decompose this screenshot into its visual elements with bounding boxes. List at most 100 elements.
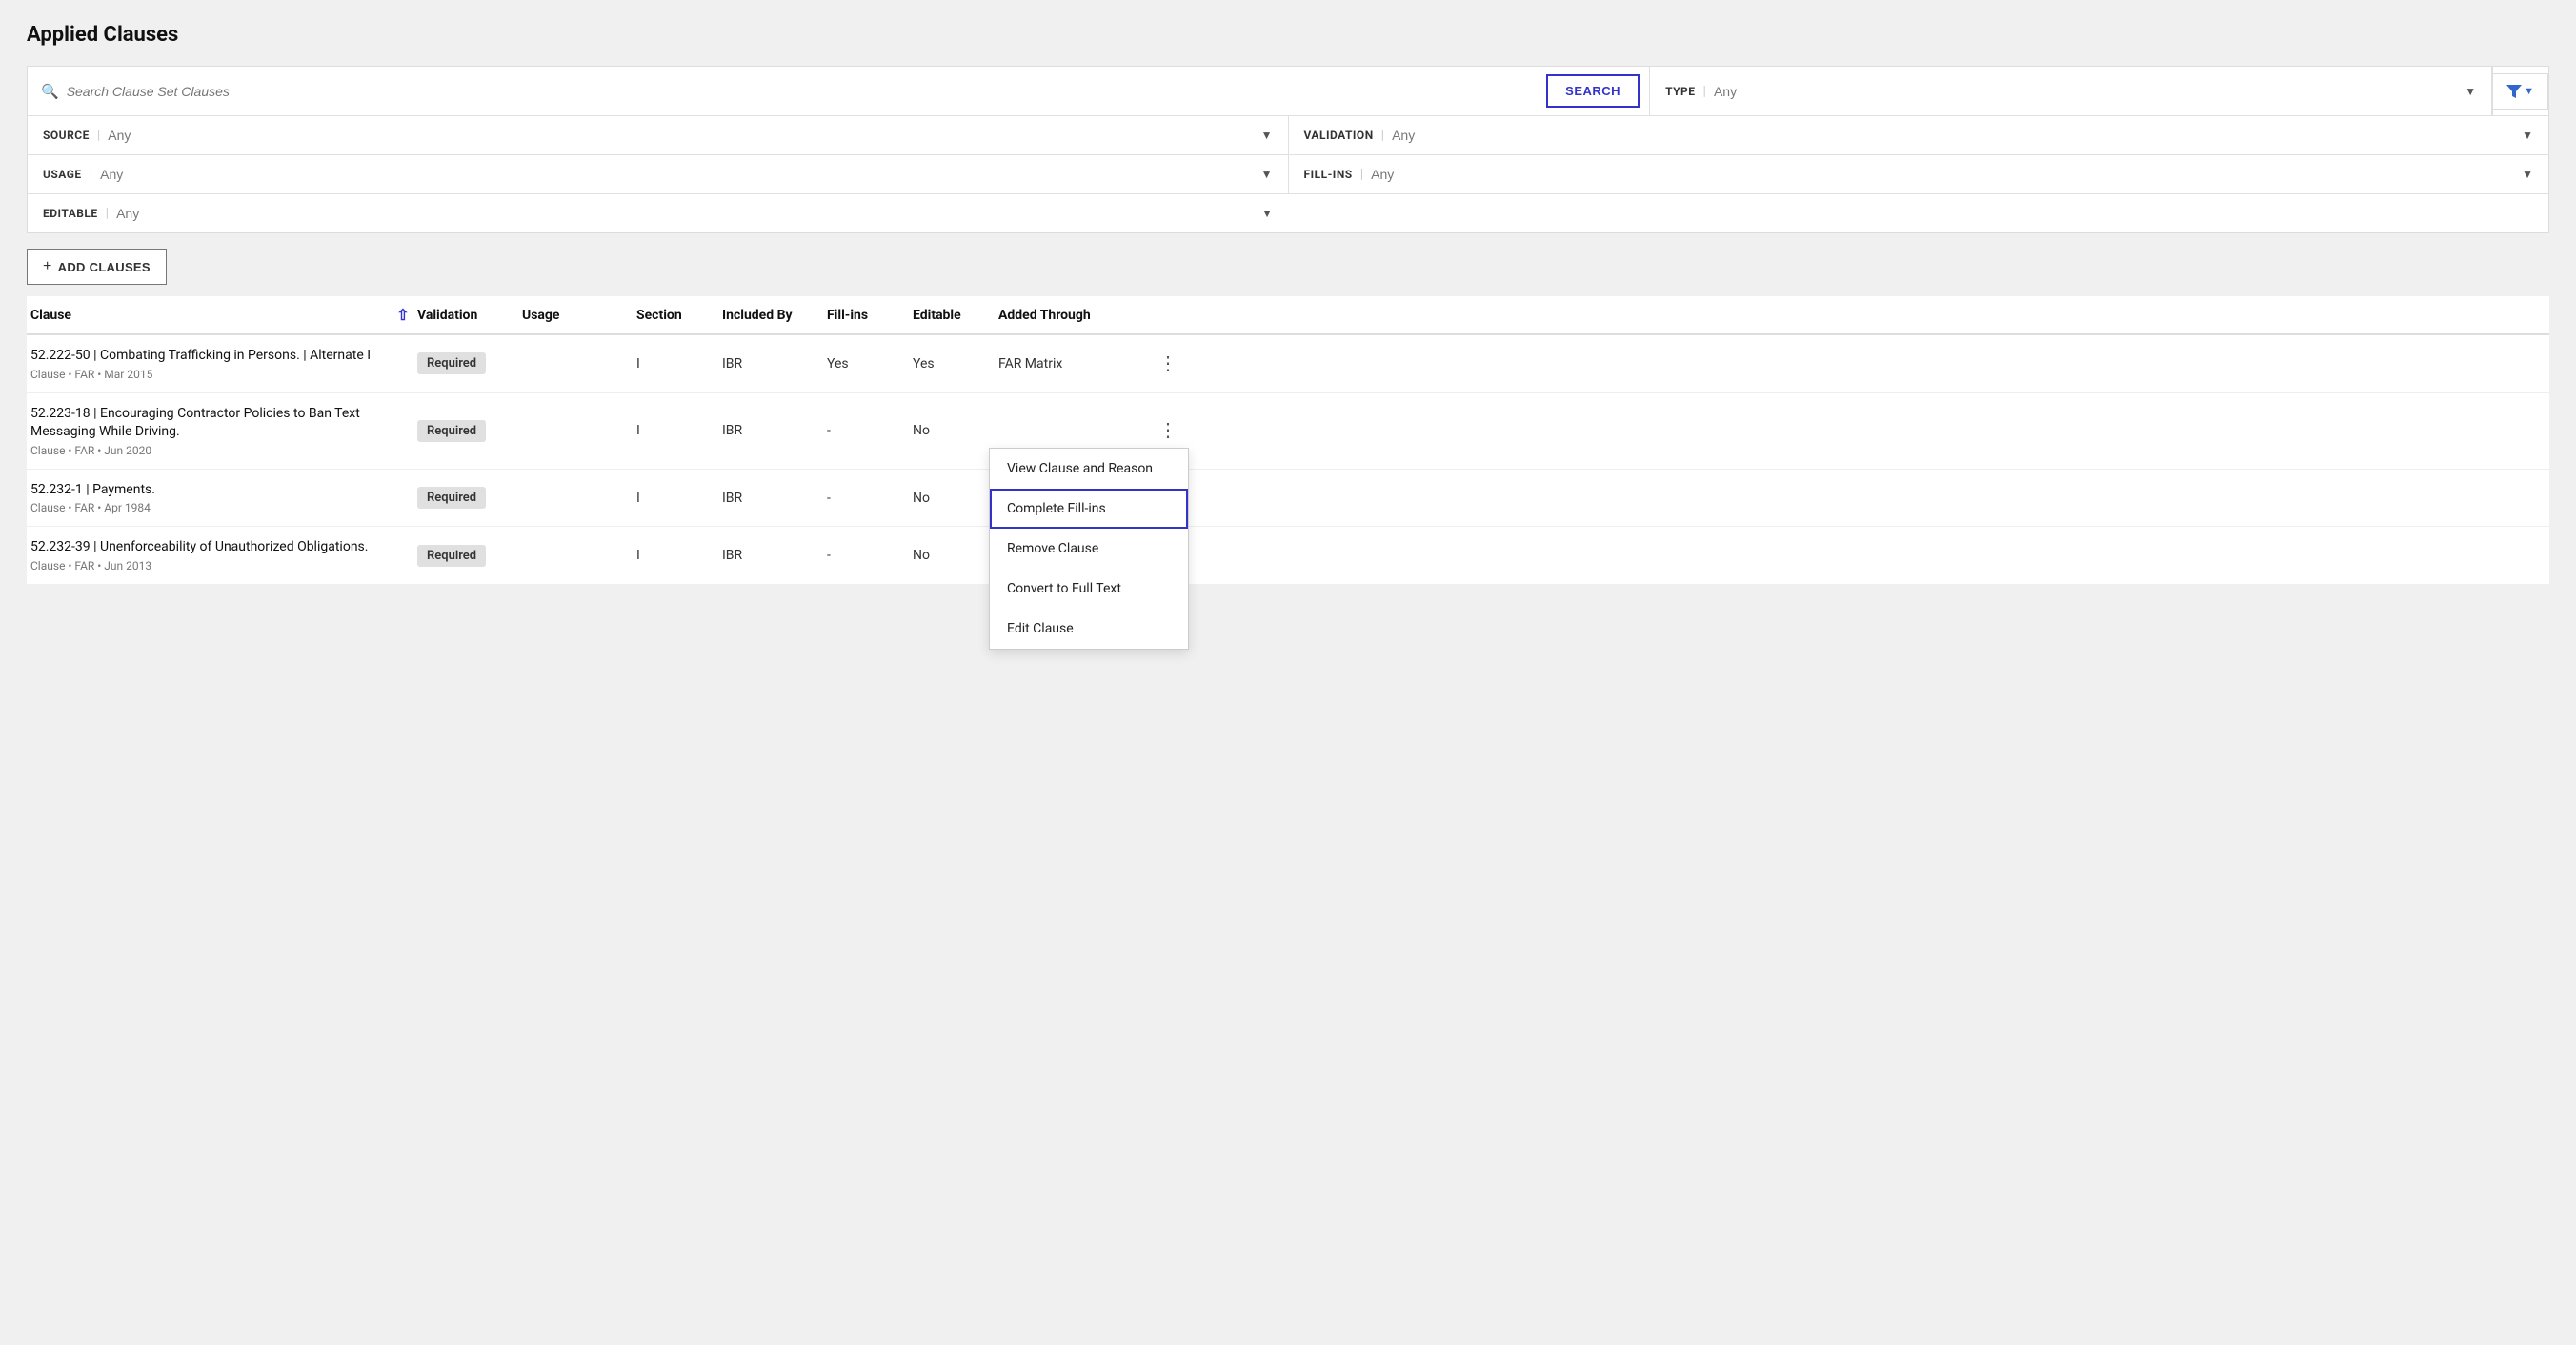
clause-cell-3: 52.232-1 | Payments. Clause • FAR • Apr … <box>27 481 389 515</box>
dropdown-item-complete-fillins[interactable]: Complete Fill-ins <box>990 489 1188 529</box>
editable-select-wrapper: Any ▼ <box>116 206 1273 221</box>
type-select-wrapper: Any ▼ <box>1714 84 2476 99</box>
fillins-cell-1: Yes <box>827 356 913 371</box>
clause-cell-2: 52.223-18 | Encouraging Contractor Polic… <box>27 405 389 457</box>
clause-meta-3: Clause • FAR • Apr 1984 <box>30 501 389 514</box>
validation-cell-4: Required <box>417 545 522 567</box>
validation-label: VALIDATION <box>1304 129 1374 142</box>
fillins-label: FILL-INS <box>1304 168 1353 181</box>
section-cell-2: I <box>636 423 722 438</box>
th-editable: Editable <box>913 308 998 323</box>
filter-row-2: SOURCE | Any ▼ VALIDATION | Any ▼ <box>28 116 2548 155</box>
editable-cell-3: No <box>913 491 998 506</box>
validation-filter-cell: VALIDATION | Any ▼ <box>1289 116 2549 154</box>
th-included-by: Included By <box>722 308 827 323</box>
fillins-select[interactable]: Any <box>1371 167 2533 182</box>
added-cell-1: FAR Matrix <box>998 356 1151 371</box>
fillins-filter-cell: FILL-INS | Any ▼ <box>1289 155 2549 193</box>
th-section: Section <box>636 308 722 323</box>
clause-meta-4: Clause • FAR • Jun 2013 <box>30 559 389 572</box>
included-cell-2: IBR <box>722 423 827 438</box>
fillins-select-wrapper: Any ▼ <box>1371 167 2533 182</box>
fillins-cell-3: - <box>827 491 913 506</box>
th-usage: Usage <box>522 308 636 323</box>
th-added-through: Added Through <box>998 308 1151 323</box>
table-row: 52.222-50 | Combating Trafficking in Per… <box>27 335 2549 393</box>
section-cell-3: I <box>636 491 722 506</box>
search-icon: 🔍 <box>41 83 59 100</box>
clause-name-4: 52.232-39 | Unenforceability of Unauthor… <box>30 538 389 557</box>
filter-icon-button[interactable]: ▼ <box>2493 73 2548 110</box>
row-menu-button-1[interactable]: ⋮ <box>1151 352 1187 375</box>
source-label: SOURCE <box>43 129 90 142</box>
dropdown-item-remove-clause[interactable]: Remove Clause <box>990 529 1188 569</box>
th-validation: Validation <box>417 308 522 323</box>
source-select[interactable]: Any <box>108 128 1272 143</box>
required-badge-4: Required <box>417 545 486 567</box>
required-badge-1: Required <box>417 352 486 374</box>
add-clauses-button[interactable]: + ADD CLAUSES <box>27 249 167 285</box>
section-cell-4: I <box>636 548 722 563</box>
clause-name-1: 52.222-50 | Combating Trafficking in Per… <box>30 347 389 366</box>
editable-select[interactable]: Any <box>116 206 1273 221</box>
editable-cell-4: No <box>913 548 998 563</box>
fillins-cell-2: - <box>827 423 913 438</box>
required-badge-2: Required <box>417 420 486 442</box>
editable-cell-1: Yes <box>913 356 998 371</box>
table-header: Clause ⇧ Validation Usage Section Includ… <box>27 296 2549 335</box>
required-badge-3: Required <box>417 487 486 509</box>
plus-icon: + <box>43 258 52 275</box>
funnel-icon <box>2506 84 2522 99</box>
filter-section: 🔍 SEARCH TYPE | Any ▼ ▼ <box>27 66 2549 233</box>
clauses-table: Clause ⇧ Validation Usage Section Includ… <box>27 296 2549 584</box>
editable-cell-2: No <box>913 423 998 438</box>
source-filter-cell: SOURCE | Any ▼ <box>28 116 1289 154</box>
filter-row-4: EDITABLE | Any ▼ <box>28 194 2548 232</box>
usage-label: USAGE <box>43 168 82 181</box>
clause-cell-4: 52.232-39 | Unenforceability of Unauthor… <box>27 538 389 572</box>
usage-filter-cell: USAGE | Any ▼ <box>28 155 1289 193</box>
section-cell-1: I <box>636 356 722 371</box>
search-button[interactable]: SEARCH <box>1546 74 1640 108</box>
included-cell-1: IBR <box>722 356 827 371</box>
menu-cell-1: ⋮ <box>1151 352 1189 375</box>
clause-meta-1: Clause • FAR • Mar 2015 <box>30 368 389 381</box>
clause-cell-1: 52.222-50 | Combating Trafficking in Per… <box>27 347 389 381</box>
validation-cell-1: Required <box>417 352 522 374</box>
validation-select[interactable]: Any <box>1392 128 2533 143</box>
sort-up-icon: ⇧ <box>396 306 409 324</box>
dropdown-item-edit-clause[interactable]: Edit Clause <box>990 609 1188 649</box>
filter-row-1: 🔍 SEARCH TYPE | Any ▼ ▼ <box>28 67 2548 116</box>
included-cell-4: IBR <box>722 548 827 563</box>
th-fillins: Fill-ins <box>827 308 913 323</box>
add-clauses-label: ADD CLAUSES <box>58 260 151 274</box>
search-wrapper: 🔍 <box>28 67 1546 115</box>
table-row: 52.223-18 | Encouraging Contractor Polic… <box>27 393 2549 470</box>
table-row: 52.232-1 | Payments. Clause • FAR • Apr … <box>27 470 2549 528</box>
filter-icon-cell: ▼ <box>2492 67 2548 115</box>
validation-cell-2: Required <box>417 420 522 442</box>
validation-cell-3: Required <box>417 487 522 509</box>
filter-chevron-icon: ▼ <box>2524 86 2534 97</box>
filter-row-3: USAGE | Any ▼ FILL-INS | Any ▼ <box>28 155 2548 194</box>
included-cell-3: IBR <box>722 491 827 506</box>
editable-filter-cell: EDITABLE | Any ▼ <box>28 194 1288 232</box>
type-label: TYPE <box>1665 85 1695 98</box>
clause-name-2: 52.223-18 | Encouraging Contractor Polic… <box>30 405 389 442</box>
table-row: 52.232-39 | Unenforceability of Unauthor… <box>27 527 2549 584</box>
source-select-wrapper: Any ▼ <box>108 128 1272 143</box>
fillins-cell-4: - <box>827 548 913 563</box>
page-container: Applied Clauses 🔍 SEARCH TYPE | Any ▼ <box>0 0 2576 1345</box>
dropdown-item-convert-full-text[interactable]: Convert to Full Text <box>990 569 1188 609</box>
clause-name-3: 52.232-1 | Payments. <box>30 481 389 500</box>
th-sort[interactable]: ⇧ <box>389 306 417 324</box>
validation-select-wrapper: Any ▼ <box>1392 128 2533 143</box>
type-select[interactable]: Any <box>1714 84 2476 99</box>
type-filter-cell: TYPE | Any ▼ <box>1650 67 2492 115</box>
dropdown-item-view-clause[interactable]: View Clause and Reason <box>990 449 1188 489</box>
page-title: Applied Clauses <box>27 23 2549 47</box>
search-input[interactable] <box>67 84 1533 99</box>
usage-select[interactable]: Any <box>100 167 1272 182</box>
clause-meta-2: Clause • FAR • Jun 2020 <box>30 444 389 457</box>
row-menu-button-2[interactable]: ⋮ <box>1151 419 1187 442</box>
